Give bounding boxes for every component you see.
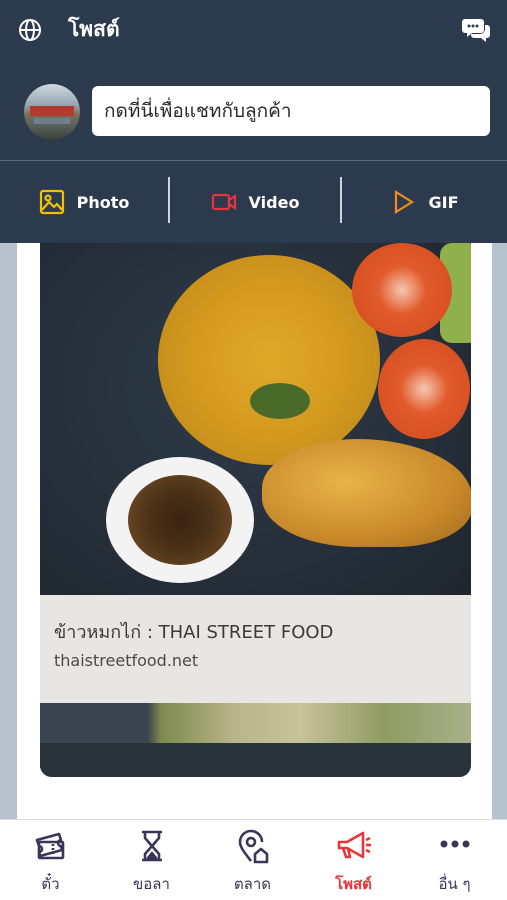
more-dots-icon — [440, 840, 470, 848]
ticket-icon — [35, 832, 65, 860]
chat-input[interactable]: กดที่นี่เพื่อแชทกับลูกค้า — [92, 86, 490, 136]
link-preview[interactable]: ข้าวหมกไก่ : THAI STREET FOOD thaistreet… — [40, 595, 471, 703]
gif-label: GIF — [428, 192, 459, 212]
avatar[interactable] — [24, 84, 80, 140]
tomato — [352, 243, 452, 337]
photo-label: Photo — [76, 192, 130, 212]
nav-item-more[interactable]: อื่น ๆ — [404, 820, 505, 900]
nav-label: ตั๋ว — [41, 875, 60, 893]
photo-icon — [39, 189, 64, 215]
globe-icon[interactable] — [18, 18, 42, 42]
tomato — [378, 339, 470, 439]
media-bar: Photo Video GIF — [0, 161, 507, 243]
play-icon — [395, 190, 415, 214]
top-bar: โพสต์ — [0, 0, 507, 60]
video-label: Video — [248, 192, 300, 212]
link-title: ข้าวหมกไก่ : THAI STREET FOOD — [54, 622, 334, 643]
megaphone-icon — [337, 831, 371, 859]
nav-label: ขอลา — [133, 875, 170, 893]
nav-label: อื่น ๆ — [438, 875, 471, 893]
chat-bubbles-icon[interactable] — [461, 16, 491, 44]
video-camera-icon — [211, 193, 236, 211]
nav-item-market[interactable]: ตลาด — [202, 820, 303, 900]
nav-label-active: โพสต์ — [335, 875, 372, 893]
composer-row: กดที่นี่เพื่อแชทกับลูกค้า — [0, 72, 507, 152]
page-title: โพสต์ — [68, 17, 120, 41]
video-button[interactable]: Video — [170, 161, 340, 243]
post-image[interactable]: ข้าวหมกไก่ : THAI STREET FOOD thaistreet… — [40, 243, 471, 777]
bottom-nav: ตั๋ว ขอลา ตลาด โพสต์ อื่น ๆ — [0, 819, 507, 900]
nav-label: ตลาด — [233, 875, 272, 893]
hourglass-icon — [142, 830, 162, 862]
gif-button[interactable]: GIF — [342, 161, 507, 243]
photo-button[interactable]: Photo — [0, 161, 168, 243]
market-pin-icon — [238, 829, 269, 864]
link-url: thaistreetfood.net — [54, 651, 199, 670]
nav-item-ticket[interactable]: ตั๋ว — [0, 820, 101, 900]
nav-item-leave[interactable]: ขอลา — [101, 820, 202, 900]
post-card: ข้าวหมกไก่ : THAI STREET FOOD thaistreet… — [17, 243, 492, 819]
nav-item-post[interactable]: โพสต์ — [303, 820, 404, 900]
app-header: โพสต์ กดที่นี่เพื่อแชทกับลูกค้า Photo Vi… — [0, 0, 507, 243]
rice — [158, 255, 380, 465]
feed[interactable]: ข้าวหมกไก่ : THAI STREET FOOD thaistreet… — [0, 243, 507, 819]
